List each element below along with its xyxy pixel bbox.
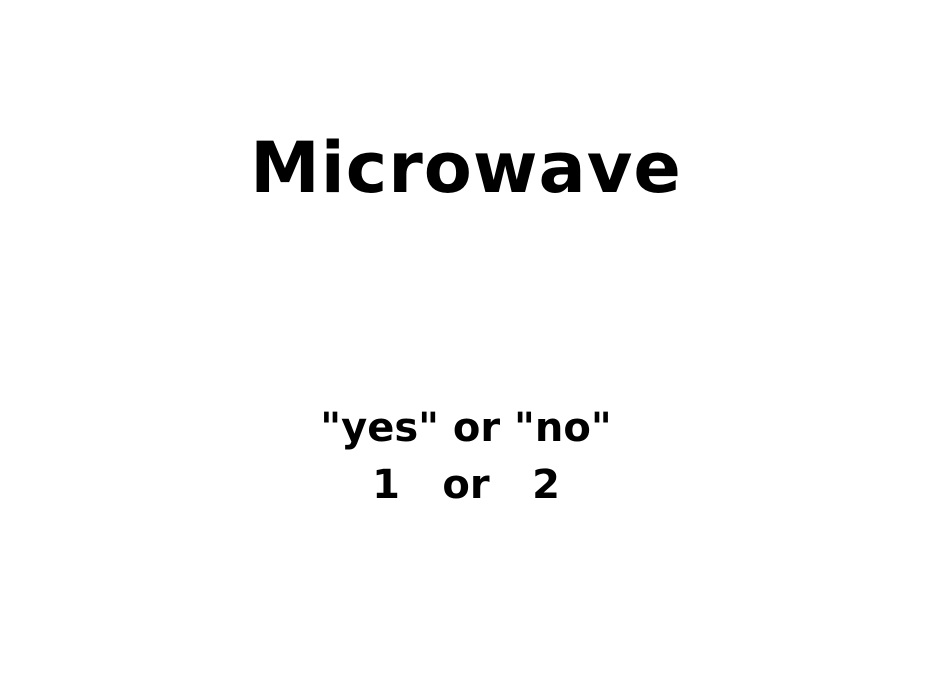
option-number-1: 1 [372, 462, 400, 508]
option-number-2: 2 [532, 462, 560, 508]
yes-no-option-text: "yes" or "no" [320, 405, 612, 451]
answer-option-number-line: 1 or 2 [0, 457, 932, 514]
page-title: Microwave [250, 127, 682, 209]
option-separator-or: or [442, 462, 490, 508]
answer-options: "yes" or "no" 1 or 2 [0, 400, 932, 514]
answer-option-text-line: "yes" or "no" [0, 400, 932, 457]
